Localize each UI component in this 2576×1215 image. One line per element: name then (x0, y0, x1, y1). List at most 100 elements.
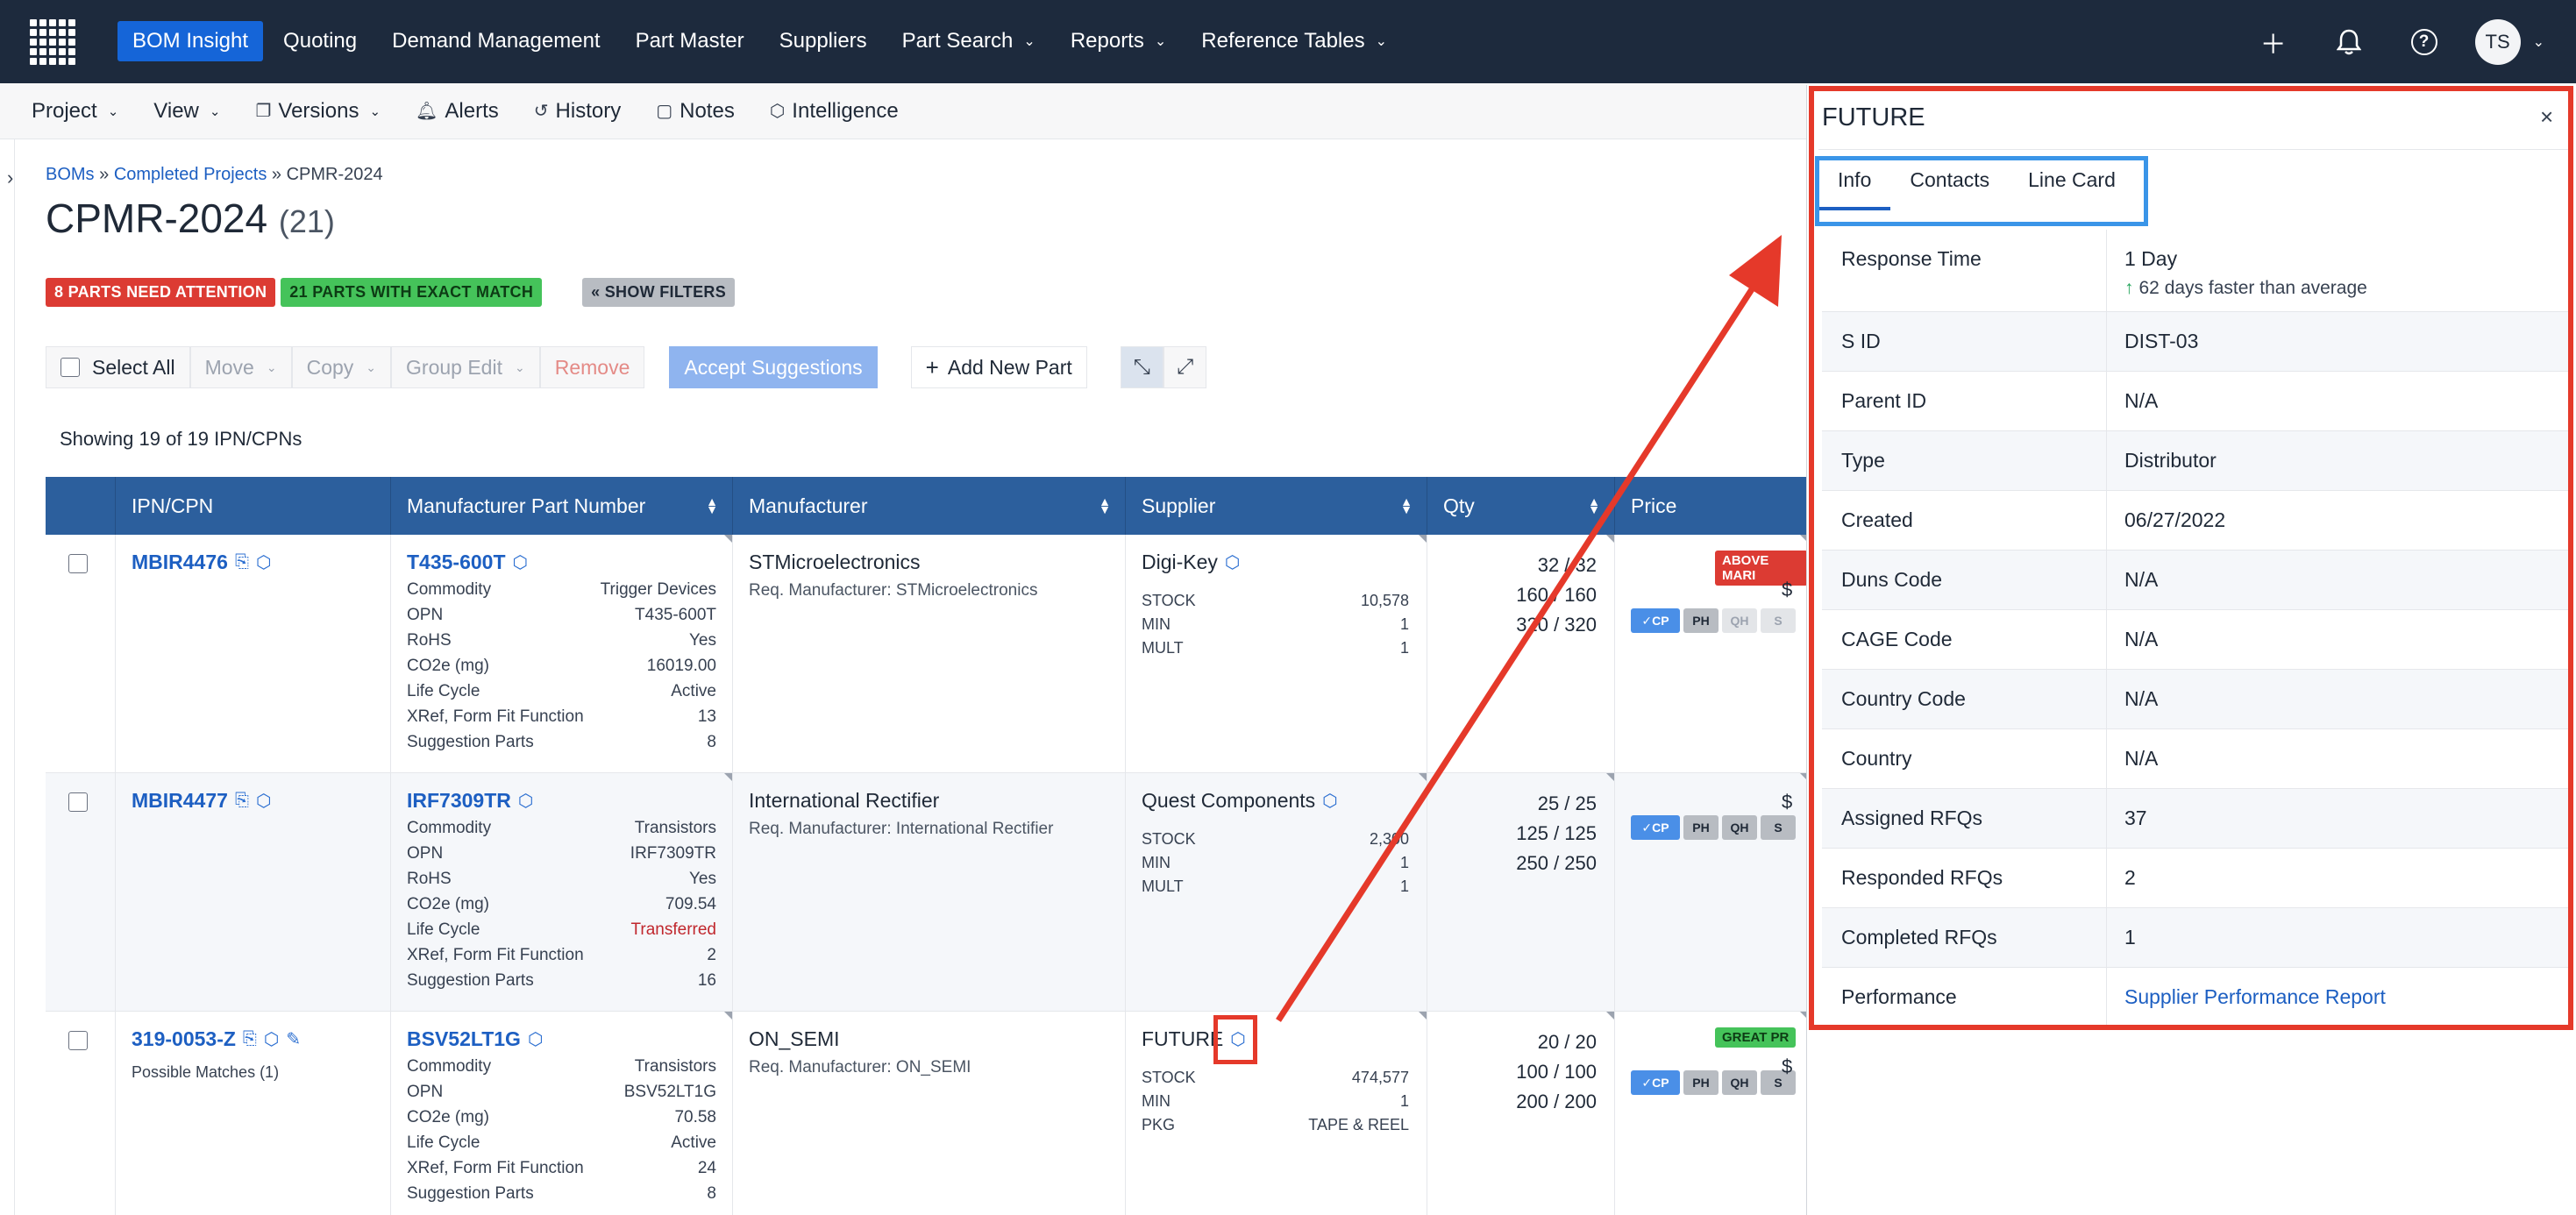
attribute-key: Suggestion Parts (407, 733, 534, 751)
cube-icon[interactable]: ⬡ (256, 790, 271, 812)
remove-button[interactable]: Remove (539, 346, 645, 388)
copy-icon[interactable]: ⎘ (243, 1029, 257, 1049)
cube-icon[interactable]: ⬡ (518, 790, 533, 812)
sort-icon[interactable]: ▲ ▼ (1099, 495, 1111, 515)
nav-item-demand-management[interactable]: Demand Management (377, 21, 615, 61)
nav-item-reference-tables[interactable]: Reference Tables ⌄ (1186, 21, 1402, 61)
collapse-icon[interactable]: ⤡ (1120, 346, 1163, 388)
cube-icon[interactable]: ⬡ (1225, 551, 1240, 573)
row-checkbox[interactable] (68, 792, 88, 812)
price-chip[interactable]: ✓CP (1631, 608, 1680, 633)
price-chip[interactable]: S (1761, 815, 1796, 840)
ipn-link[interactable]: MBIR4476 ⎘ ⬡ (132, 551, 390, 574)
header-supplier[interactable]: Supplier ▲ ▼ (1126, 477, 1427, 535)
nav-item-suppliers[interactable]: Suppliers (765, 21, 882, 61)
versions-menu[interactable]: ❐ Versions ⌄ (255, 99, 381, 124)
header-price[interactable]: Price (1615, 477, 1808, 535)
possible-matches[interactable]: Possible Matches (1) (132, 1063, 390, 1082)
project-menu[interactable]: Project ⌄ (32, 99, 118, 124)
price-chip[interactable]: QH (1722, 1070, 1757, 1095)
edit-icon[interactable]: ✎ (286, 1028, 301, 1050)
nav-item-part-search[interactable]: Part Search ⌄ (887, 21, 1050, 61)
breadcrumb-completed-projects[interactable]: Completed Projects (114, 165, 267, 184)
price-chip[interactable]: QH (1722, 608, 1757, 633)
copy-icon[interactable]: ⎘ (235, 552, 249, 572)
mpn-link[interactable]: IRF7309TR ⬡ (407, 789, 732, 813)
add-new-part-button[interactable]: + Add New Part (910, 346, 1087, 388)
chevron-right-icon[interactable]: › (7, 167, 13, 189)
cube-icon[interactable]: ⬡ (1322, 790, 1337, 812)
sort-icon[interactable]: ▲ ▼ (706, 495, 718, 515)
price-chip[interactable]: PH (1683, 608, 1719, 633)
move-dropdown[interactable]: Move ⌄ (189, 346, 292, 388)
ipn-link[interactable]: 319-0053-Z ⎘ ⬡ ✎ (132, 1027, 390, 1051)
cube-icon[interactable]: ⬡ (264, 1028, 279, 1050)
supplier-name[interactable]: Quest Components ⬡ (1142, 789, 1427, 813)
price-chip[interactable]: QH (1722, 815, 1757, 840)
tab-info[interactable]: Info (1818, 158, 1891, 210)
header-manufacturer[interactable]: Manufacturer ▲ ▼ (733, 477, 1126, 535)
avatar[interactable]: TS (2474, 19, 2521, 65)
cube-icon[interactable]: ⬡ (1230, 1028, 1245, 1050)
supplier-name[interactable]: Digi-Key ⬡ (1142, 551, 1427, 574)
nav-item-part-master[interactable]: Part Master (621, 21, 759, 61)
copy-dropdown[interactable]: Copy ⌄ (291, 346, 392, 388)
notes-button[interactable]: ▢ Notes (656, 99, 735, 124)
row-checkbox[interactable] (68, 1031, 88, 1050)
tab-contacts[interactable]: Contacts (1890, 158, 2009, 210)
show-filters-button[interactable]: « SHOW FILTERS (582, 278, 735, 307)
select-all-checkbox[interactable]: Select All (46, 346, 190, 388)
ipn-text[interactable]: MBIR4477 (132, 789, 228, 813)
ipn-text[interactable]: 319-0053-Z (132, 1027, 236, 1051)
price-chip[interactable]: S (1761, 608, 1796, 633)
nav-item-quoting[interactable]: Quoting (268, 21, 372, 61)
attention-badge[interactable]: 8 PARTS NEED ATTENTION (46, 278, 276, 307)
panel-tabs: Info Contacts Line Card (1818, 158, 2135, 212)
qty-value: 320 / 320 (1516, 614, 1597, 636)
cube-icon[interactable]: ⬡ (528, 1028, 543, 1050)
price-chip[interactable]: ✓CP (1631, 1070, 1680, 1095)
manufacturer-cell: International Rectifier Req. Manufacturer… (733, 773, 1126, 1011)
accept-suggestions-button[interactable]: Accept Suggestions (669, 346, 878, 388)
mpn-text[interactable]: T435-600T (407, 551, 506, 574)
help-icon[interactable]: ? (2400, 18, 2449, 67)
chevron-down-icon[interactable]: ⌄ (2533, 33, 2544, 51)
alerts-button[interactable]: 🔔︎ Alerts (416, 99, 499, 124)
mpn-link[interactable]: BSV52LT1G ⬡ (407, 1027, 732, 1051)
sort-icon[interactable]: ▲ ▼ (1400, 495, 1413, 515)
view-menu[interactable]: View ⌄ (153, 99, 220, 124)
app-logo-icon[interactable] (30, 19, 75, 65)
tab-line-card[interactable]: Line Card (2009, 158, 2135, 210)
supplier-performance-report-link[interactable]: Supplier Performance Report (2124, 985, 2386, 1008)
nav-item-bom-insight[interactable]: BOM Insight (117, 21, 264, 61)
row-checkbox[interactable] (68, 554, 88, 573)
breadcrumb-boms[interactable]: BOMs (46, 165, 95, 184)
info-key: Responded RFQs (1822, 849, 2107, 907)
copy-icon[interactable]: ⎘ (235, 791, 249, 811)
header-ipn[interactable]: IPN/CPN (116, 477, 391, 535)
close-icon[interactable]: × (2540, 103, 2553, 131)
supplier-name[interactable]: FUTURE ⬡ (1142, 1027, 1427, 1051)
mpn-text[interactable]: IRF7309TR (407, 789, 511, 813)
bell-icon[interactable] (2324, 18, 2373, 67)
intelligence-button[interactable]: ⬡ Intelligence (770, 99, 899, 124)
sort-icon[interactable]: ▲ ▼ (1588, 495, 1600, 515)
cube-icon[interactable]: ⬡ (513, 551, 528, 573)
mpn-link[interactable]: T435-600T ⬡ (407, 551, 732, 574)
mpn-text[interactable]: BSV52LT1G (407, 1027, 521, 1051)
history-button[interactable]: ↺ History (534, 99, 621, 124)
nav-item-reports[interactable]: Reports ⌄ (1056, 21, 1181, 61)
group-edit-dropdown[interactable]: Group Edit ⌄ (391, 346, 540, 388)
plus-icon[interactable]: ＋ (2249, 18, 2298, 67)
price-chip[interactable]: ✓CP (1631, 815, 1680, 840)
cube-icon[interactable]: ⬡ (256, 551, 271, 573)
exact-match-badge[interactable]: 21 PARTS WITH EXACT MATCH (281, 278, 543, 307)
price-chip[interactable]: PH (1683, 1070, 1719, 1095)
price-chip[interactable]: PH (1683, 815, 1719, 840)
expand-icon[interactable]: ⤢ (1163, 346, 1207, 388)
ipn-text[interactable]: MBIR4476 (132, 551, 228, 574)
ipn-link[interactable]: MBIR4477 ⎘ ⬡ (132, 789, 390, 813)
checkbox[interactable] (60, 358, 80, 377)
header-mpn[interactable]: Manufacturer Part Number ▲ ▼ (391, 477, 733, 535)
header-qty[interactable]: Qty ▲ ▼ (1427, 477, 1615, 535)
